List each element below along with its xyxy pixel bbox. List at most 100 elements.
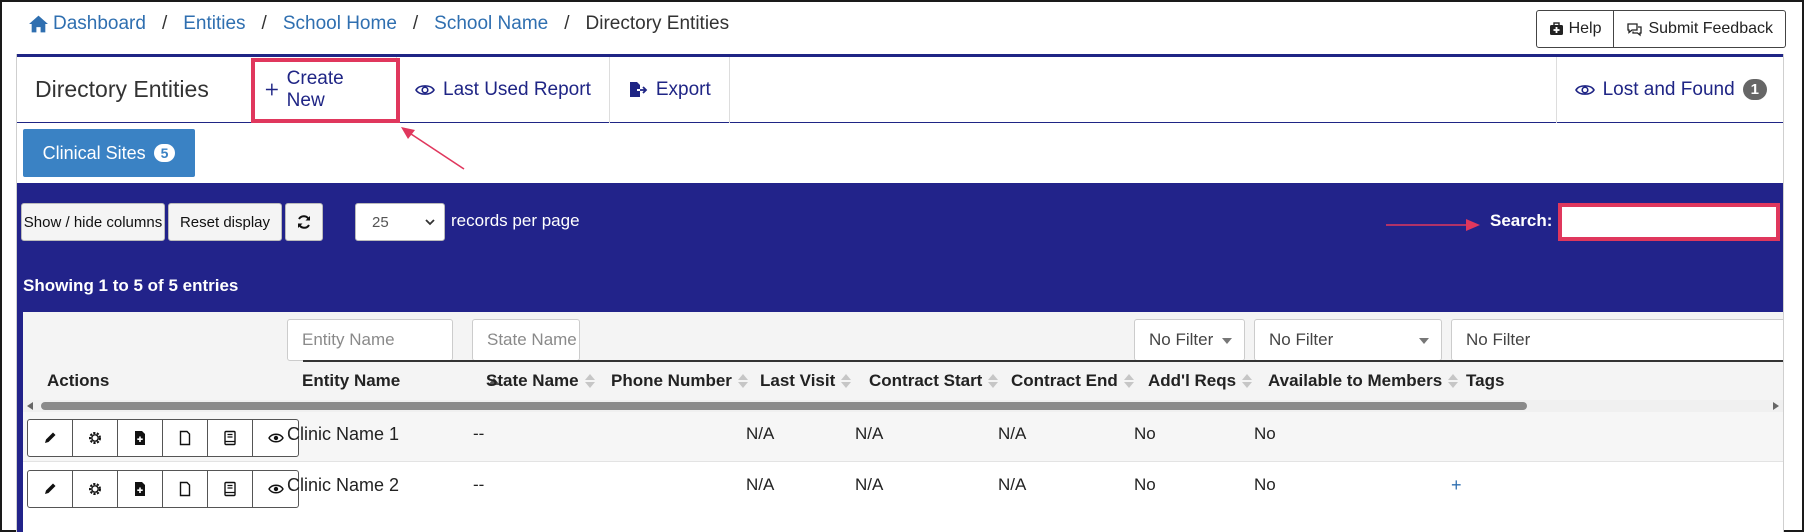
sort-icon bbox=[841, 374, 852, 388]
column-header-addl-reqs[interactable]: Add'l Reqs bbox=[1148, 371, 1253, 391]
scrollbar-thumb[interactable] bbox=[41, 402, 1527, 410]
contract-start-cell: N/A bbox=[855, 475, 884, 494]
column-header-available-to-members[interactable]: Available to Members bbox=[1268, 371, 1459, 391]
settings-button[interactable] bbox=[73, 471, 118, 507]
lost-and-found-count-badge: 1 bbox=[1742, 79, 1767, 100]
column-label: Available to Members bbox=[1268, 371, 1443, 390]
pencil-icon bbox=[45, 483, 56, 494]
breadcrumb-separator: / bbox=[161, 13, 168, 34]
column-label: Last Visit bbox=[760, 371, 836, 390]
table-panel: Show / hide columns Reset display 25 rec… bbox=[17, 183, 1783, 532]
feedback-icon bbox=[1627, 22, 1643, 36]
add-document-button[interactable] bbox=[118, 471, 163, 507]
tab-count-badge: 5 bbox=[153, 144, 176, 162]
feedback-label: Submit Feedback bbox=[1648, 20, 1773, 37]
chevron-down-icon bbox=[425, 219, 435, 226]
table-row: Clinic Name 1 -- N/A N/A N/A No No bbox=[23, 412, 1783, 462]
column-label: Contract End bbox=[1011, 371, 1118, 390]
sort-icon bbox=[584, 374, 595, 388]
home-icon bbox=[29, 15, 48, 33]
lost-and-found-label: Lost and Found bbox=[1602, 78, 1735, 100]
tab-clinical-sites[interactable]: Clinical Sites 5 bbox=[23, 129, 195, 177]
entity-name-filter-input[interactable]: Entity Name bbox=[287, 319, 453, 361]
entity-name-cell[interactable]: Clinic Name 1 bbox=[287, 424, 399, 445]
gear-icon bbox=[89, 432, 101, 444]
search-label: Search: bbox=[1490, 211, 1553, 230]
column-header-contract-end[interactable]: Contract End bbox=[1011, 371, 1134, 391]
lost-and-found-button[interactable]: Lost and Found 1 bbox=[1555, 56, 1783, 123]
gear-icon bbox=[89, 483, 101, 495]
eye-icon bbox=[415, 84, 435, 95]
create-new-label: Create New bbox=[286, 67, 344, 111]
view-document-button[interactable] bbox=[163, 420, 208, 456]
sort-icon bbox=[1242, 374, 1253, 388]
last-used-report-button[interactable]: Last Used Report bbox=[397, 56, 610, 123]
help-kit-icon bbox=[1549, 22, 1563, 35]
column-header-last-visit[interactable]: Last Visit bbox=[760, 371, 852, 391]
help-button-group: Help Submit Feedback bbox=[1535, 10, 1786, 48]
directory-card: Directory Entities Create New Last Used … bbox=[16, 54, 1784, 532]
submit-feedback-button[interactable]: Submit Feedback bbox=[1614, 10, 1786, 48]
state-name-filter-input[interactable]: State Name bbox=[472, 319, 580, 361]
last-visit-cell: N/A bbox=[746, 424, 775, 443]
entity-name-cell[interactable]: Clinic Name 2 bbox=[287, 475, 399, 496]
tags-filter-select[interactable]: No Filter bbox=[1451, 319, 1783, 361]
contract-start-cell: N/A bbox=[855, 424, 884, 443]
horizontal-scrollbar[interactable] bbox=[23, 400, 1783, 412]
pencil-icon bbox=[45, 432, 56, 443]
details-button[interactable] bbox=[208, 420, 253, 456]
export-button[interactable]: Export bbox=[610, 56, 730, 123]
records-per-page-select[interactable]: 25 bbox=[355, 203, 445, 241]
help-label: Help bbox=[1568, 20, 1602, 37]
available-cell: No bbox=[1254, 475, 1276, 494]
settings-button[interactable] bbox=[73, 420, 118, 456]
breadcrumb-entities[interactable]: Entities bbox=[183, 13, 245, 35]
header-divider bbox=[303, 360, 1783, 362]
sort-icon bbox=[1448, 374, 1459, 388]
help-button[interactable]: Help bbox=[1535, 10, 1615, 48]
edit-button[interactable] bbox=[28, 420, 73, 456]
view-document-button[interactable] bbox=[163, 471, 208, 507]
refresh-button[interactable] bbox=[285, 203, 323, 241]
export-label: Export bbox=[655, 78, 711, 100]
page-title: Directory Entities bbox=[35, 76, 209, 102]
addl-reqs-cell: No bbox=[1134, 475, 1156, 494]
breadcrumb-school-home[interactable]: School Home bbox=[283, 13, 397, 35]
breadcrumb-dashboard[interactable]: Dashboard bbox=[53, 13, 146, 35]
breadcrumb-school-name[interactable]: School Name bbox=[434, 13, 548, 35]
breadcrumb-separator: / bbox=[261, 13, 267, 34]
filter-select-value: No Filter bbox=[1149, 330, 1214, 349]
breadcrumb-separator: / bbox=[412, 13, 419, 34]
details-button[interactable] bbox=[208, 471, 253, 507]
file-icon bbox=[179, 430, 191, 446]
search-input[interactable] bbox=[1558, 203, 1780, 241]
state-name-cell: -- bbox=[473, 475, 485, 494]
add-tag-link[interactable]: + bbox=[1451, 475, 1462, 496]
scroll-left-arrow-icon[interactable] bbox=[27, 402, 33, 410]
reset-display-button[interactable]: Reset display bbox=[168, 203, 282, 241]
scroll-right-arrow-icon[interactable] bbox=[1773, 402, 1779, 410]
edit-button[interactable] bbox=[28, 471, 73, 507]
column-header-contract-start[interactable]: Contract Start bbox=[869, 371, 999, 391]
entities-table: Entity Name State Name No Filter No Filt… bbox=[23, 312, 1783, 532]
table-header-row: Actions Entity Name State Name Phone Num… bbox=[23, 368, 1783, 400]
sort-icon bbox=[988, 374, 999, 388]
plus-icon bbox=[265, 83, 278, 96]
column-header-tags[interactable]: Tags bbox=[1466, 371, 1504, 391]
breadcrumb-separator: / bbox=[564, 13, 570, 34]
column-header-entity-name[interactable]: Entity Name bbox=[302, 371, 501, 391]
state-name-cell: -- bbox=[473, 424, 485, 443]
show-hide-columns-button[interactable]: Show / hide columns bbox=[21, 203, 165, 241]
add-document-button[interactable] bbox=[118, 420, 163, 456]
addl-reqs-filter-select[interactable]: No Filter bbox=[1134, 319, 1245, 361]
card-header: Directory Entities Create New Last Used … bbox=[17, 56, 1783, 123]
row-actions-group bbox=[27, 470, 299, 508]
addl-reqs-cell: No bbox=[1134, 424, 1156, 443]
records-per-page-label: records per page bbox=[451, 211, 580, 230]
available-cell: No bbox=[1254, 424, 1276, 443]
available-filter-select[interactable]: No Filter bbox=[1254, 319, 1442, 361]
column-header-phone-number[interactable]: Phone Number bbox=[611, 371, 748, 391]
create-new-button[interactable]: Create New bbox=[247, 56, 397, 123]
file-plus-icon bbox=[135, 431, 145, 445]
column-header-state-name[interactable]: State Name bbox=[486, 371, 595, 391]
